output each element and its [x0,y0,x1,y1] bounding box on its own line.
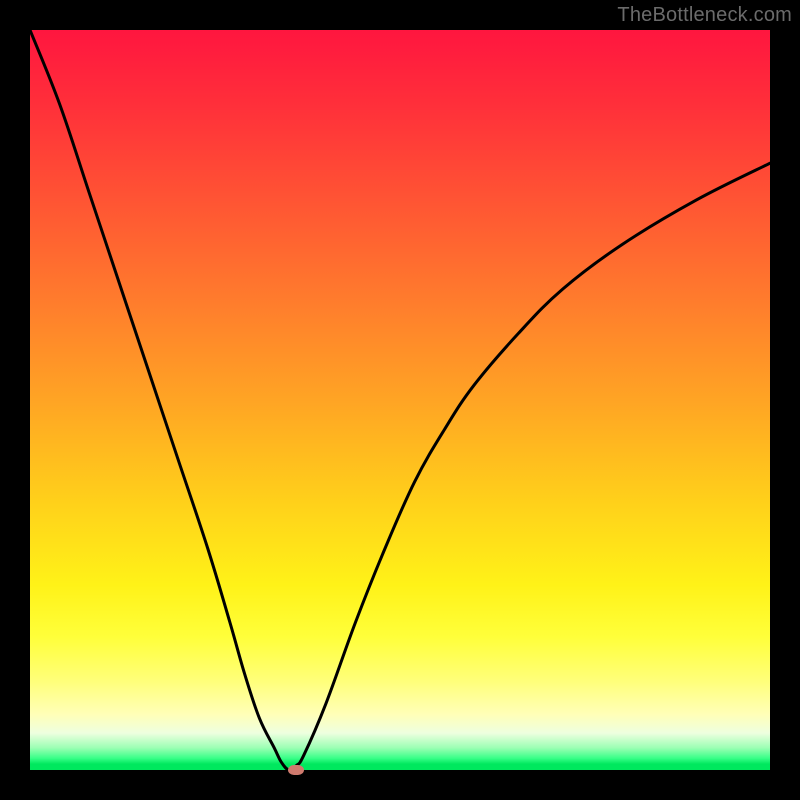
min-point-marker [288,765,304,775]
plot-area [30,30,770,770]
bottleneck-curve [30,30,770,770]
chart-frame: TheBottleneck.com [0,0,800,800]
watermark-text: TheBottleneck.com [617,4,792,27]
curve-path [30,30,770,770]
